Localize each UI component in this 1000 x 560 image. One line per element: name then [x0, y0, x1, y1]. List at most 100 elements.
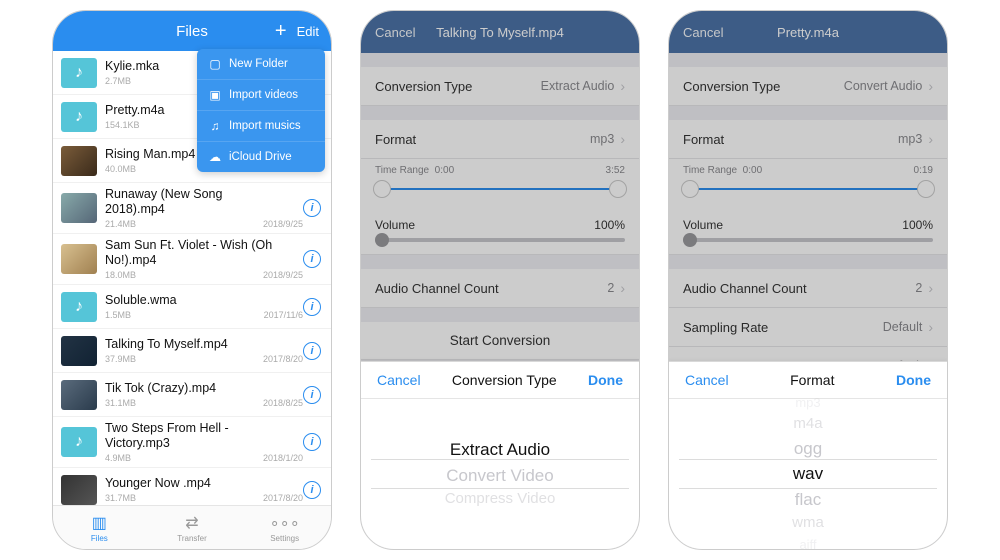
picker-wheel[interactable]: mp3 m4a ogg wav flac wma aiff [669, 399, 947, 549]
info-icon[interactable]: i [303, 481, 321, 499]
file-row[interactable]: Two Steps From Hell - Victory.mp34.9MB20… [53, 417, 331, 468]
screen-files: Files + Edit ▢ New Folder ▣ Import video… [52, 10, 332, 550]
dropdown-item-import-musics[interactable]: ♫ Import musics [197, 111, 325, 142]
folder-plus-icon: ▢ [207, 57, 223, 71]
row-value: Convert Audio [844, 79, 923, 93]
file-date: 2018/9/25 [263, 270, 303, 280]
picker-option[interactable]: Extract Audio [450, 437, 550, 462]
row-volume[interactable]: Volume 100% [669, 210, 947, 255]
picker-cancel-button[interactable]: Cancel [377, 372, 421, 388]
picker-option[interactable]: m4a [793, 413, 822, 436]
info-icon[interactable]: i [303, 342, 321, 360]
row-conversion-type[interactable]: Conversion Type Extract Audio › [361, 67, 639, 106]
row-conversion-type[interactable]: Conversion Type Convert Audio › [669, 67, 947, 106]
video-thumbnail [61, 475, 97, 505]
row-value: mp3 [590, 132, 614, 146]
row-format[interactable]: Format mp3 › [669, 120, 947, 159]
music-icon [61, 102, 97, 132]
info-icon[interactable]: i [303, 250, 321, 268]
file-name: Soluble.wma [105, 293, 285, 308]
row-channel-count[interactable]: Audio Channel Count 2 › [361, 269, 639, 308]
chevron-right-icon: › [928, 280, 933, 296]
music-icon [61, 58, 97, 88]
tab-transfer[interactable]: ⇄ Transfer [146, 506, 239, 549]
picker-option[interactable]: flac [795, 487, 821, 512]
time-range-slider[interactable] [683, 180, 933, 198]
info-icon[interactable]: i [303, 433, 321, 451]
chevron-right-icon: › [928, 78, 933, 94]
file-row[interactable]: Sam Sun Ft. Violet - Wish (Oh No!).mp418… [53, 234, 331, 285]
transfer-icon: ⇄ [185, 513, 198, 533]
row-format[interactable]: Format mp3 › [361, 120, 639, 159]
file-size: 31.1MB [105, 398, 136, 408]
settings-icon: ∘∘∘ [270, 513, 300, 533]
file-size: 31.7MB [105, 493, 136, 503]
time-end: 0:19 [914, 165, 933, 176]
picker-cancel-button[interactable]: Cancel [685, 372, 729, 388]
picker-done-button[interactable]: Done [588, 372, 623, 388]
row-time-range[interactable]: Time Range 0:00 3:52 [361, 159, 639, 210]
row-label: Audio Channel Count [375, 281, 607, 296]
file-row[interactable]: Tik Tok (Crazy).mp431.1MB2018/8/25i [53, 373, 331, 417]
file-date: 2018/8/25 [263, 398, 303, 408]
row-volume[interactable]: Volume 100% [361, 210, 639, 255]
picker-option[interactable]: aiff [799, 535, 816, 550]
tab-label: Transfer [177, 534, 207, 543]
picker-option[interactable]: wma [792, 512, 824, 535]
file-row[interactable]: Talking To Myself.mp4 37.9MB 2017/8/20i [53, 329, 331, 373]
volume-slider[interactable] [375, 238, 625, 242]
dropdown-label: New Folder [229, 58, 288, 70]
music-icon [61, 292, 97, 322]
start-conversion-button[interactable]: Start Conversion [361, 322, 639, 360]
info-icon[interactable]: i [303, 386, 321, 404]
cancel-button[interactable]: Cancel [375, 25, 415, 40]
file-size: 2.7MB [105, 76, 131, 86]
add-button[interactable]: + [275, 20, 287, 43]
picker-wheel[interactable]: Extract Audio Convert Video Compress Vid… [361, 399, 639, 549]
row-value: Extract Audio [541, 79, 615, 93]
picker-option[interactable]: Compress Video [445, 488, 556, 511]
picker-option[interactable]: wav [793, 461, 823, 486]
cloud-icon: ☁ [207, 150, 223, 164]
tab-bar: ▥ Files ⇄ Transfer ∘∘∘ Settings [53, 505, 331, 549]
file-name: Two Steps From Hell - Victory.mp3 [105, 421, 285, 451]
music-import-icon: ♫ [207, 119, 223, 133]
file-row[interactable]: Soluble.wma1.5MB2017/11/6i [53, 285, 331, 329]
dropdown-item-icloud[interactable]: ☁ iCloud Drive [197, 142, 325, 172]
file-name: Talking To Myself.mp4 [105, 337, 285, 352]
info-icon[interactable]: i [303, 199, 321, 217]
file-size: 37.9MB [105, 354, 136, 364]
row-value: 2 [607, 281, 614, 295]
picker-title: Format [790, 372, 834, 388]
row-time-range[interactable]: Time Range 0:00 0:19 [669, 159, 947, 210]
volume-label: Volume [683, 218, 723, 232]
chevron-right-icon: › [620, 131, 625, 147]
screen-convert-video: Cancel Talking To Myself.mp4 Conversion … [360, 10, 640, 550]
row-channel-count[interactable]: Audio Channel Count 2 › [669, 269, 947, 308]
file-row[interactable]: Runaway (New Song 2018).mp421.4MB2018/9/… [53, 183, 331, 234]
file-date: 2018/9/25 [263, 219, 303, 229]
row-value: Default [883, 320, 923, 334]
file-date: 2017/8/20 [263, 354, 303, 364]
time-range-slider[interactable] [375, 180, 625, 198]
edit-button[interactable]: Edit [297, 24, 319, 39]
picker-title: Conversion Type [452, 372, 557, 388]
video-thumbnail [61, 244, 97, 274]
tab-files[interactable]: ▥ Files [53, 506, 146, 549]
file-row[interactable]: Younger Now .mp431.7MB2017/8/20i [53, 468, 331, 505]
row-sampling-rate[interactable]: Sampling Rate Default › [669, 308, 947, 347]
volume-slider[interactable] [683, 238, 933, 242]
info-icon[interactable]: i [303, 298, 321, 316]
picker-done-button[interactable]: Done [896, 372, 931, 388]
picker-option[interactable]: Convert Video [446, 463, 553, 488]
cancel-button[interactable]: Cancel [683, 25, 723, 40]
time-range-label: Time Range [375, 165, 429, 176]
dropdown-item-import-videos[interactable]: ▣ Import videos [197, 80, 325, 111]
dropdown-item-new-folder[interactable]: ▢ New Folder [197, 49, 325, 80]
picker-option[interactable]: mp3 [795, 393, 820, 413]
convert-header: Cancel Talking To Myself.mp4 [361, 11, 639, 53]
tab-settings[interactable]: ∘∘∘ Settings [238, 506, 331, 549]
video-import-icon: ▣ [207, 88, 223, 102]
picker-option[interactable]: ogg [794, 436, 822, 461]
picker-toolbar: Cancel Conversion Type Done [361, 362, 639, 399]
